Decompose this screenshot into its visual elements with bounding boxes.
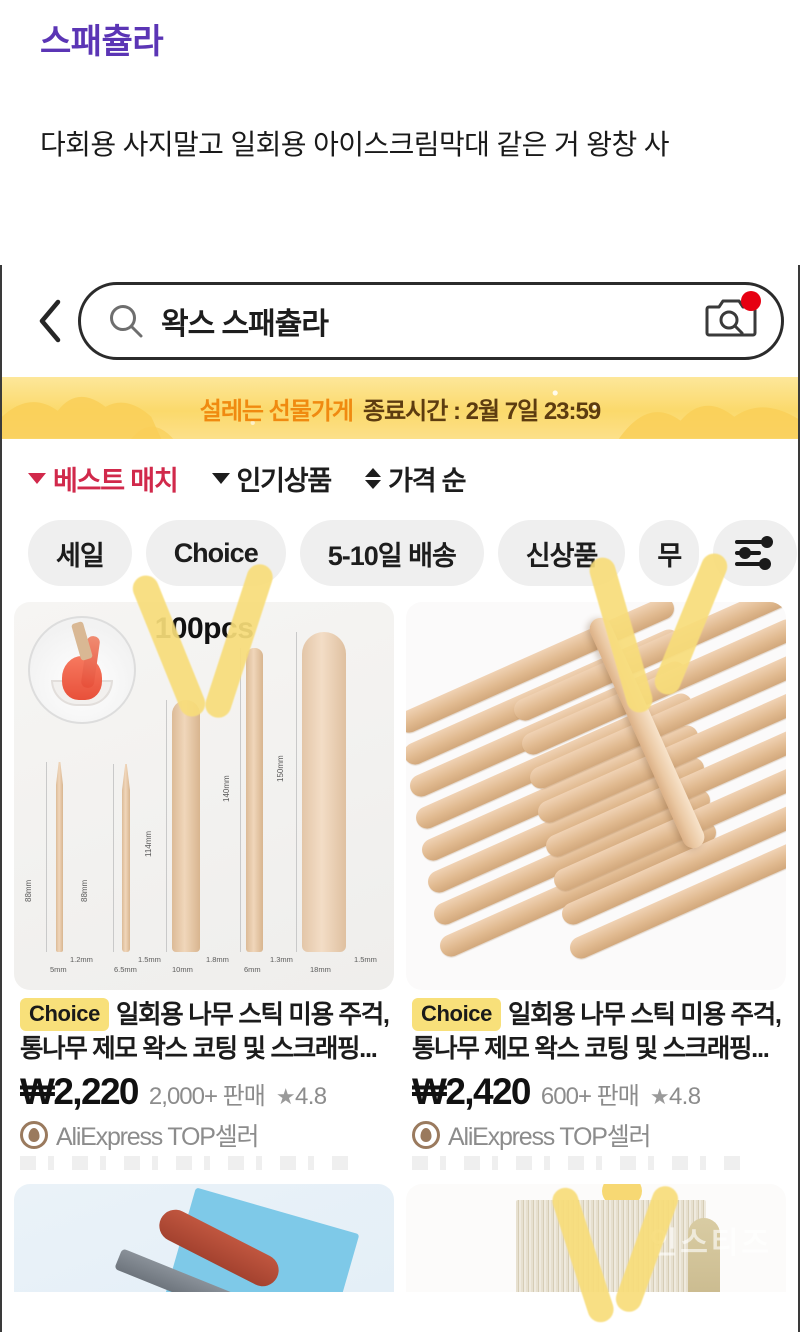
page-title: 스패츌라 xyxy=(40,23,164,61)
aliexpress-logo-icon xyxy=(20,1121,48,1150)
caret-updown-icon xyxy=(365,468,382,489)
sort-tab-label: 베스트 매치 xyxy=(53,466,179,496)
stick-pile-illustration xyxy=(406,602,786,990)
product-image[interactable] xyxy=(406,602,786,990)
search-bar: 왁스 스패츌라 xyxy=(2,265,798,377)
product-sold-count: 2,000+ 판매 xyxy=(148,1083,266,1111)
product-image[interactable] xyxy=(14,1184,394,1293)
choice-badge: Choice xyxy=(20,998,109,1032)
caret-down-icon xyxy=(211,473,230,484)
search-query-text: 왁스 스패츌라 xyxy=(161,308,329,341)
product-card[interactable]: 인스티즈 xyxy=(406,1184,786,1293)
width-label: 6.5mm xyxy=(114,965,137,974)
filter-settings-button[interactable] xyxy=(713,520,798,586)
width-label: 10mm xyxy=(172,965,193,974)
product-card[interactable]: Choice 일회용 나무 스틱 미용 주걱, 통나무 제모 왁스 코팅 및 스크… xyxy=(406,602,786,1173)
length-label: 88mm xyxy=(24,879,33,902)
product-card[interactable]: 100pcs 88mm 88mm 5mm 1.2mm 6.5mm 1.5mm 1… xyxy=(14,602,394,1173)
product-rating: ★4.8 xyxy=(650,1083,701,1111)
product-image[interactable]: 인스티즈 xyxy=(406,1184,786,1293)
length-label: 114mm xyxy=(144,830,153,857)
product-card[interactable] xyxy=(14,1184,394,1293)
sort-tab-best-match[interactable]: 베스트 매치 xyxy=(28,459,179,498)
seller-name: AliExpress TOP셀러 xyxy=(448,1123,652,1152)
product-info: Choice 일회용 나무 스틱 미용 주걱, 통나무 제모 왁스 코팅 및 스크… xyxy=(406,990,786,1172)
seller-row: AliExpress TOP셀러 xyxy=(20,1117,390,1153)
promo-placeholder-line xyxy=(412,1156,753,1171)
rating-value: 4.8 xyxy=(294,1083,327,1111)
chip-label: 신상품 xyxy=(525,540,599,571)
seller-name: AliExpress TOP셀러 xyxy=(56,1123,260,1152)
chip-label: 무 xyxy=(657,540,682,571)
length-label: 150mm xyxy=(276,755,285,782)
sort-tab-label: 인기상품 xyxy=(236,466,333,496)
product-price: ₩2,220 xyxy=(20,1071,140,1113)
price-row: ₩2,420 600+ 판매 ★4.8 xyxy=(412,1071,782,1113)
seller-row: AliExpress TOP셀러 xyxy=(412,1117,782,1153)
filter-chip-sale[interactable]: 세일 xyxy=(28,520,132,586)
filter-chip-choice[interactable]: Choice xyxy=(145,520,286,586)
promo-banner[interactable]: 설레는 선물가게 종료시간 : 2월 7일 23:59 xyxy=(2,377,798,439)
product-info: Choice 일회용 나무 스틱 미용 주걱, 통나무 제모 왁스 코팅 및 스크… xyxy=(14,990,394,1172)
thickness-label: 1.5mm xyxy=(354,955,377,964)
width-label: 18mm xyxy=(310,965,331,974)
product-sold-count: 600+ 판매 xyxy=(540,1083,640,1111)
chevron-left-icon xyxy=(39,299,61,343)
site-watermark: 인스티즈 xyxy=(649,1227,772,1261)
image-overlay-text: 100pcs xyxy=(154,612,254,645)
chip-label: 5-10일 배송 xyxy=(327,540,457,571)
price-row: ₩2,220 2,000+ 판매 ★4.8 xyxy=(20,1071,390,1113)
promo-placeholder-line xyxy=(20,1156,361,1171)
thickness-label: 1.5mm xyxy=(138,955,161,964)
banner-text: 설레는 선물가게 종료시간 : 2월 7일 23:59 xyxy=(199,391,601,426)
magnifier-icon xyxy=(107,302,145,340)
camera-notification-badge xyxy=(741,291,761,311)
filter-chip-partial[interactable]: 무 xyxy=(639,520,700,586)
back-button[interactable] xyxy=(28,295,72,347)
banner-highlight: 설레는 선물가게 xyxy=(199,397,354,425)
camera-search-button[interactable] xyxy=(705,291,761,347)
thickness-label: 1.3mm xyxy=(270,955,293,964)
rating-value: 4.8 xyxy=(668,1083,701,1111)
filter-chip-shipping[interactable]: 5-10일 배송 xyxy=(299,520,484,586)
app-screenshot: 왁스 스패츌라 설레는 선물가게 종료시간: 2월 7일 23:59 베스트 … xyxy=(0,265,800,1332)
filter-sliders-icon xyxy=(735,536,774,570)
banner-deadline: 종료시간 : 2월 7일 23:59 xyxy=(363,397,601,425)
star-icon: ★ xyxy=(649,1084,670,1110)
product-title: Choice 일회용 나무 스틱 미용 주걱, 통나무 제모 왁스 코팅 및 스크… xyxy=(412,998,782,1066)
chip-label: 세일 xyxy=(56,540,105,571)
post-body-text: 다회용 사지말고 일회용 아이스크림막대 같은 거 왕창 사 xyxy=(40,129,670,160)
choice-badge: Choice xyxy=(412,998,501,1032)
thickness-label: 1.8mm xyxy=(206,955,229,964)
search-input[interactable]: 왁스 스패츌라 xyxy=(78,282,784,360)
length-label: 140mm xyxy=(222,775,231,802)
chip-label: Choice xyxy=(173,537,259,568)
page-root: 스패츌라 다회용 사지말고 일회용 아이스크림막대 같은 거 왕창 사 왁스 스… xyxy=(0,0,800,1332)
product-price: ₩2,420 xyxy=(412,1071,532,1113)
sort-tab-popular[interactable]: 인기상품 xyxy=(211,459,333,498)
sort-row: 베스트 매치 인기상품 가격 순 xyxy=(2,439,798,510)
wax-pot-inset-image xyxy=(28,616,136,724)
filter-chip-new[interactable]: 신상품 xyxy=(497,520,626,586)
caret-down-icon xyxy=(28,473,46,484)
sort-tab-price[interactable]: 가격 순 xyxy=(365,459,467,498)
width-label: 6mm xyxy=(244,965,261,974)
star-icon: ★ xyxy=(275,1084,296,1110)
product-image[interactable]: 100pcs 88mm 88mm 5mm 1.2mm 6.5mm 1.5mm 1… xyxy=(14,602,394,990)
product-grid: 100pcs 88mm 88mm 5mm 1.2mm 6.5mm 1.5mm 1… xyxy=(2,602,798,1293)
product-rating: ★4.8 xyxy=(276,1083,327,1111)
product-title: Choice 일회용 나무 스틱 미용 주걱, 통나무 제모 왁스 코팅 및 스크… xyxy=(20,998,390,1066)
length-label: 88mm xyxy=(80,879,89,902)
aliexpress-logo-icon xyxy=(412,1121,440,1150)
filter-chip-row: 세일 Choice 5-10일 배송 신상품 무 xyxy=(2,510,798,602)
sort-tab-label: 가격 순 xyxy=(388,466,466,496)
thickness-label: 1.2mm xyxy=(70,955,93,964)
width-label: 5mm xyxy=(50,965,67,974)
